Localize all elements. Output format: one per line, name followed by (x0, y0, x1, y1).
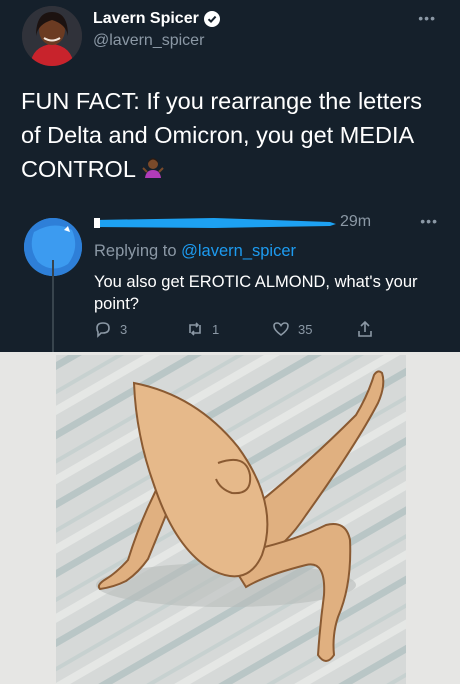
reply-actions: 3 1 35 (94, 320, 394, 344)
like-count: 35 (298, 321, 313, 337)
replying-to: Replying to @lavern_spicer (94, 242, 296, 261)
retweet-action[interactable]: 1 (186, 320, 219, 338)
thread-line (52, 260, 54, 352)
tweet-text: FUN FACT: If you rearrange the letters o… (21, 84, 441, 186)
tweet-body: FUN FACT: If you rearrange the letters o… (21, 88, 422, 182)
tweet-card: Lavern Spicer @lavern_spicer ••• FUN FAC… (0, 0, 460, 352)
author-name[interactable]: Lavern Spicer (93, 10, 199, 28)
like-icon (273, 322, 289, 336)
reply-timestamp[interactable]: 29m (340, 213, 371, 231)
like-action[interactable]: 35 (272, 320, 312, 338)
almond-figure-illustration (56, 355, 406, 684)
share-action[interactable] (356, 320, 374, 338)
reply-author-redacted[interactable] (94, 216, 336, 230)
author-block: Lavern Spicer @lavern_spicer (93, 10, 220, 50)
share-icon (358, 320, 372, 337)
author-avatar[interactable] (22, 6, 82, 66)
reply-more-icon[interactable]: ••• (420, 213, 438, 229)
attached-image[interactable] (56, 355, 406, 684)
reply-action[interactable]: 3 (94, 320, 127, 338)
replying-mention[interactable]: @lavern_spicer (181, 242, 296, 260)
shrug-emoji (141, 155, 164, 179)
replying-prefix: Replying to (94, 242, 182, 260)
verified-icon (203, 11, 220, 27)
reply-icon (96, 322, 110, 338)
author-handle[interactable]: @lavern_spicer (93, 32, 220, 50)
more-icon[interactable]: ••• (418, 10, 436, 26)
retweet-count: 1 (212, 321, 220, 337)
author-name-row[interactable]: Lavern Spicer (93, 10, 220, 28)
reply-count: 3 (120, 321, 128, 337)
reply-text: You also get EROTIC ALMOND, what's your … (94, 273, 418, 313)
retweet-icon (189, 322, 201, 336)
